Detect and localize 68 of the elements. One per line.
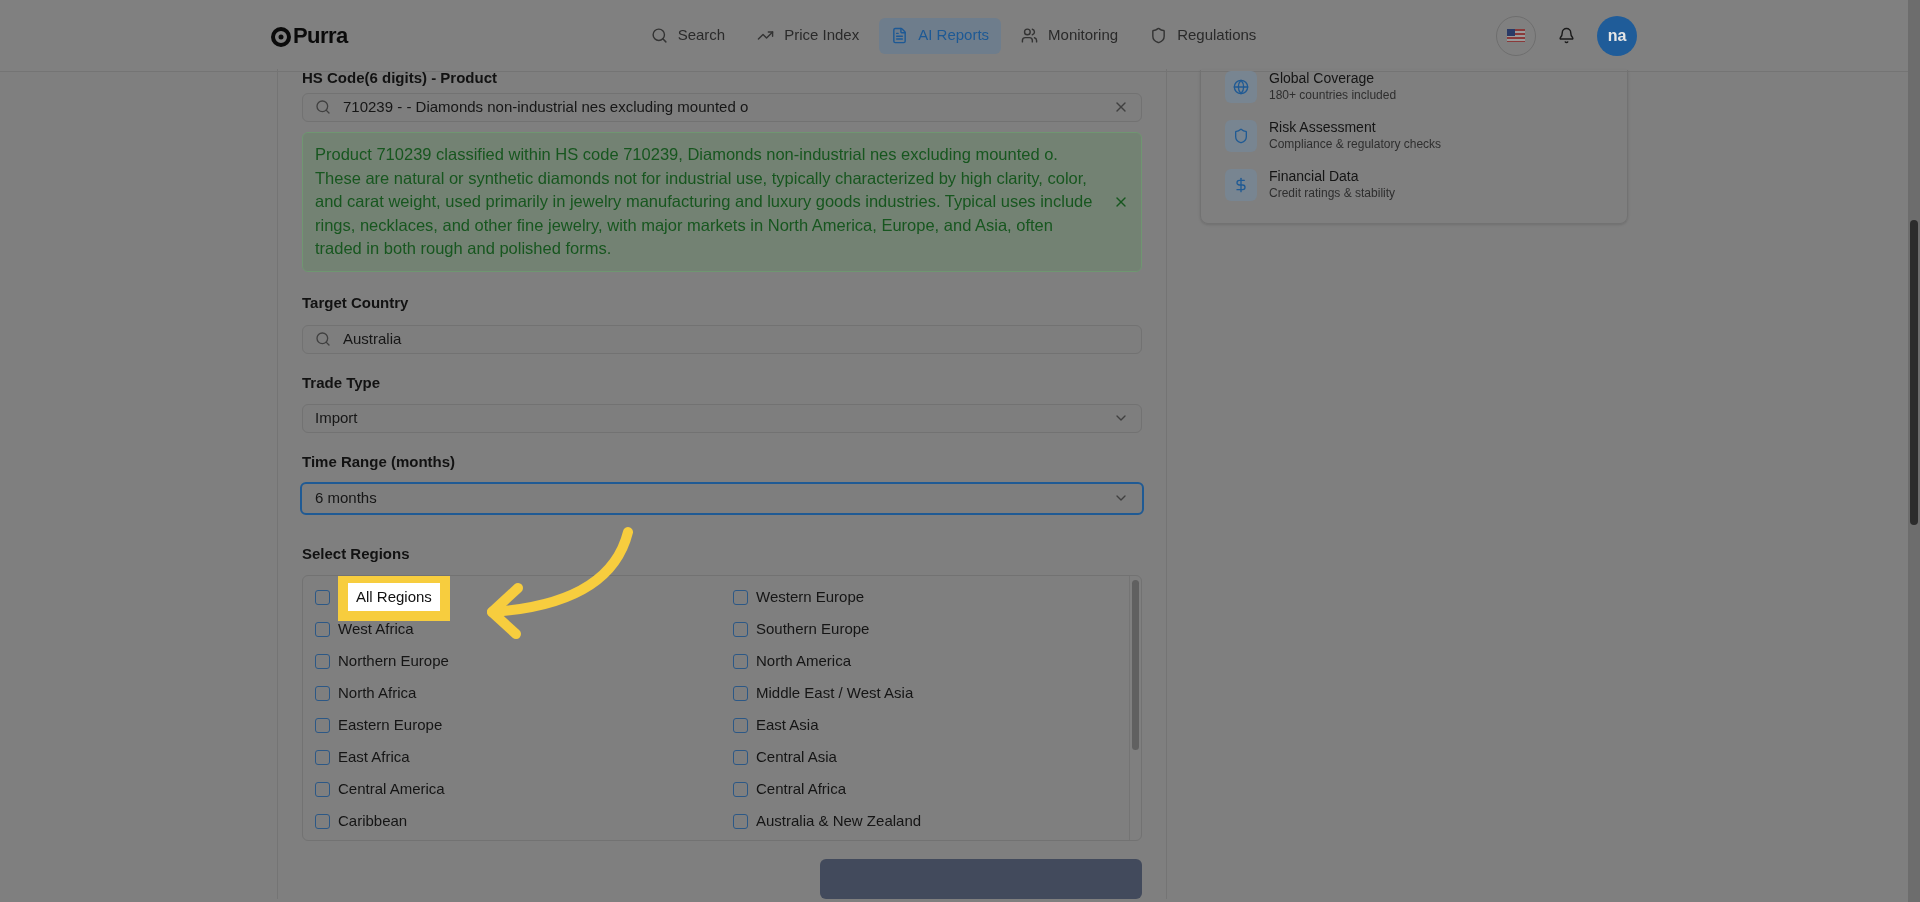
nav-tab[interactable]: Search (638, 17, 738, 54)
checkbox[interactable] (315, 813, 330, 829)
document-icon (891, 27, 909, 44)
dark-button[interactable] (820, 859, 1142, 899)
checkbox[interactable] (315, 621, 330, 637)
shield-icon (1150, 27, 1168, 44)
region-label[interactable]: Central Africa (756, 777, 847, 801)
checkbox[interactable] (315, 781, 330, 797)
field-label: Trade Type (302, 373, 382, 392)
flag-icon (1507, 29, 1525, 42)
checkbox[interactable] (315, 685, 330, 701)
field-label: Time Range (months) (302, 452, 457, 471)
field-label: Target Country (302, 293, 410, 312)
region-label[interactable]: Southern Europe (756, 617, 870, 641)
people-icon (1021, 27, 1039, 44)
checkbox[interactable] (733, 813, 748, 829)
feature-title: Global Coverage (1269, 70, 1376, 87)
globe-icon (1233, 78, 1249, 95)
region-label[interactable]: Western Europe (756, 585, 865, 609)
dollar-icon (1233, 176, 1249, 193)
region-label[interactable]: North Africa (338, 681, 417, 705)
field-label: Select Regions (302, 545, 411, 563)
feature-subtitle: 180+ countries included (1269, 87, 1397, 103)
checkbox[interactable] (733, 749, 748, 765)
checkbox[interactable] (733, 621, 748, 637)
checkbox[interactable] (315, 653, 330, 669)
field-label: HS Code(6 digits) - Product (302, 69, 498, 87)
search-icon (315, 331, 331, 348)
region-label[interactable]: Australia & New Zealand (756, 809, 922, 833)
time-range-select[interactable]: 6 months (300, 481, 1144, 515)
nav-tab[interactable]: Monitoring (1009, 17, 1131, 54)
search-icon (650, 27, 668, 44)
checkbox[interactable] (733, 685, 748, 701)
checkbox[interactable] (733, 781, 748, 797)
checkbox[interactable] (315, 749, 330, 765)
region-label[interactable]: Eastern Europe (338, 713, 443, 737)
feature-subtitle: Compliance & regulatory checks (1269, 136, 1442, 152)
region-label[interactable]: North America (756, 649, 852, 673)
checkbox[interactable] (733, 717, 748, 733)
hs-code-field[interactable]: 710239 - - Diamonds non-industrial nes excluding mounted o (302, 93, 1142, 122)
nav-tab[interactable]: Regulations (1138, 17, 1269, 54)
region-label[interactable]: Middle East / West Asia (756, 681, 914, 705)
feature-title: Financial Data (1269, 168, 1360, 185)
nav-tab[interactable]: Price Index (745, 17, 872, 54)
scrollbar[interactable] (1129, 576, 1141, 840)
trade-type-select[interactable]: Import (302, 403, 1142, 433)
region-label[interactable]: East Asia (756, 713, 819, 737)
shield-icon (1233, 127, 1249, 144)
region-label[interactable]: Northern Europe (338, 649, 449, 673)
country-field[interactable]: Australia (302, 324, 1142, 354)
region-label[interactable]: Caribbean (338, 809, 408, 833)
search-icon (315, 99, 331, 116)
logo-icon (270, 24, 292, 47)
checkbox[interactable] (315, 589, 330, 605)
page-scrollbar[interactable] (1908, 0, 1920, 902)
product-description: Product 710239 classified within HS code 710239, Diamonds non-industrial nes excluding mounted o. These are natural or synthetic diamonds not for industrial use, typically characterized by high clarity, color, and carat weight, used primarily in jewelry manufacturing and luxury goods industries. Typical uses include rings, necklaces, and other fine jewelry, with major markets in North America, Europe, and Asia, often traded in both rough and polished forms. (315, 143, 1094, 260)
region-label[interactable]: Central Asia (756, 745, 837, 769)
avatar[interactable]: na (1597, 15, 1637, 56)
checkbox[interactable] (733, 589, 748, 605)
region-label[interactable]: East Africa (338, 745, 410, 769)
bell-icon[interactable] (1558, 27, 1575, 44)
highlighted-region-label[interactable]: All Regions (338, 576, 450, 621)
logo-text: Purra (293, 22, 348, 50)
checkbox[interactable] (315, 717, 330, 733)
feature-subtitle: Credit ratings & stability (1269, 185, 1396, 201)
feature-title: Risk Assessment (1269, 119, 1377, 136)
checkbox[interactable] (733, 653, 748, 669)
region-label[interactable]: Central America (338, 777, 445, 801)
